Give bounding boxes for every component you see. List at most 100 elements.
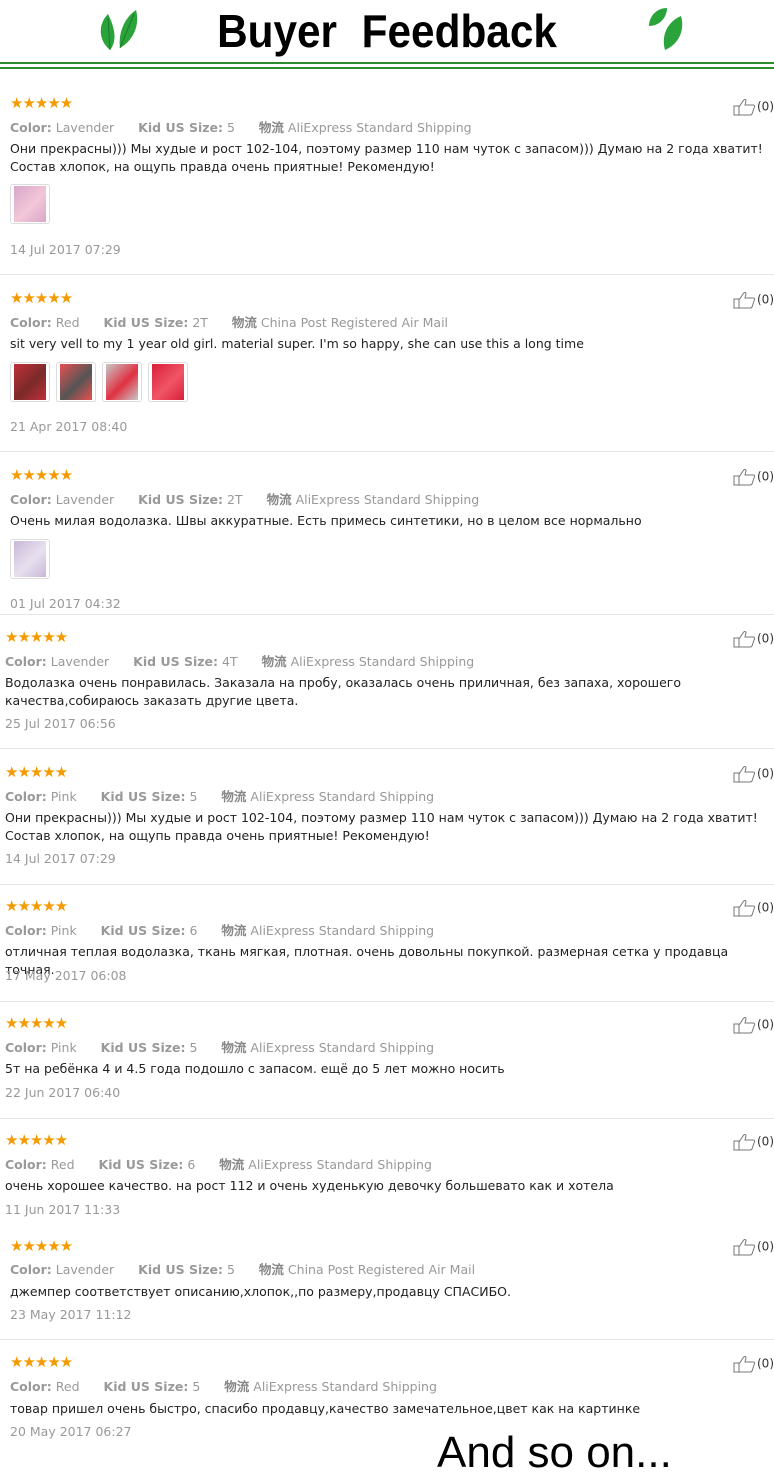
size-label: Kid US Size: (103, 1379, 189, 1394)
shipping-label: 物流 (231, 315, 257, 330)
helpful-count: (0) (757, 1134, 774, 1149)
star-rating: ★★★★★ (5, 628, 68, 646)
size-label: Kid US Size: (100, 1040, 186, 1055)
shipping-label: 物流 (221, 789, 247, 804)
helpful-count: (0) (757, 99, 774, 114)
shipping-value: AliExpress Standard Shipping (248, 1157, 432, 1172)
photo-image (106, 364, 138, 400)
color-label: Color: (10, 492, 52, 507)
helpful-button[interactable]: (0) (733, 1238, 774, 1256)
review-photo-thumbnail[interactable] (148, 362, 188, 402)
shipping-value: AliExpress Standard Shipping (250, 789, 435, 804)
review-text: sit very vell to my 1 year old girl. mat… (10, 336, 584, 351)
review-meta: Color: Red Kid US Size: 2T 物流 China Post… (10, 312, 448, 331)
helpful-count: (0) (757, 900, 774, 915)
thumbs-up-icon (733, 1017, 756, 1034)
star-rating: ★★★★★ (10, 466, 73, 484)
review-date: 20 May 2017 06:27 (10, 1424, 132, 1439)
thumbs-up-icon (733, 1239, 756, 1256)
thumbs-up-icon (733, 1134, 756, 1151)
helpful-count: (0) (757, 292, 774, 307)
color-value: Lavender (55, 1262, 115, 1277)
helpful-button[interactable]: (0) (733, 630, 774, 648)
helpful-count: (0) (757, 631, 774, 646)
review-photo-thumbnail[interactable] (56, 362, 96, 402)
page-title: Buyer Feedback (217, 5, 557, 57)
size-label: Kid US Size: (100, 923, 186, 938)
leaf-icon (649, 8, 683, 50)
review-date: 25 Jul 2017 06:56 (5, 716, 116, 731)
review-photos (10, 539, 50, 579)
review-photos (10, 184, 50, 224)
review-meta: Color: Lavender Kid US Size: 5 物流 AliExp… (10, 117, 472, 136)
star-rating: ★★★★★ (10, 1237, 73, 1255)
shipping-label: 物流 (221, 1040, 247, 1055)
size-label: Kid US Size: (133, 654, 218, 669)
review-photo-thumbnail[interactable] (10, 184, 50, 224)
shipping-label: 物流 (266, 492, 292, 507)
review-text: Они прекрасны))) Мы худые и рост 102-104… (10, 141, 763, 174)
review-date: 21 Apr 2017 08:40 (10, 419, 128, 434)
color-label: Color: (10, 1379, 52, 1394)
review-date: 14 Jul 2017 07:29 (5, 851, 116, 866)
review-item: ★★★★★ Color: Lavender Kid US Size: 4T 物流… (0, 614, 774, 749)
color-value: Lavender (55, 492, 115, 507)
review-date: 22 Jun 2017 06:40 (5, 1085, 121, 1100)
helpful-count: (0) (757, 766, 774, 781)
and-so-on-text: And so on... (437, 1428, 672, 1477)
size-label: Kid US Size: (98, 1157, 184, 1172)
thumbs-up-icon (733, 900, 756, 917)
review-meta: Color: Pink Kid US Size: 5 物流 AliExpress… (5, 1037, 434, 1056)
thumbs-up-icon (733, 766, 756, 783)
review-text: очень хорошее качество. на рост 112 и оч… (5, 1178, 614, 1193)
helpful-button[interactable]: (0) (733, 1133, 774, 1151)
review-meta: Color: Pink Kid US Size: 6 物流 AliExpress… (5, 920, 434, 939)
size-value: 2T (192, 315, 208, 330)
star-rating: ★★★★★ (10, 289, 73, 307)
review-item: ★★★★★ Color: Pink Kid US Size: 5 物流 AliE… (0, 748, 774, 885)
review-photo-thumbnail[interactable] (10, 362, 50, 402)
size-value: 2T (226, 492, 243, 507)
review-photo-thumbnail[interactable] (102, 362, 142, 402)
star-rating: ★★★★★ (10, 1353, 73, 1371)
size-value: 6 (189, 923, 198, 938)
review-date: 11 Jun 2017 11:33 (5, 1202, 121, 1217)
size-label: Kid US Size: (100, 789, 186, 804)
size-label: Kid US Size: (103, 315, 189, 330)
review-date: 01 Jul 2017 04:32 (10, 596, 121, 611)
review-meta: Color: Lavender Kid US Size: 4T 物流 AliEx… (5, 651, 474, 670)
color-label: Color: (10, 120, 52, 135)
star-rating: ★★★★★ (5, 1014, 68, 1032)
shipping-label: 物流 (224, 1379, 250, 1394)
photo-image (152, 364, 184, 400)
helpful-button[interactable]: (0) (733, 1016, 774, 1034)
star-rating: ★★★★★ (5, 897, 68, 915)
color-value: Red (55, 315, 80, 330)
size-value: 5 (192, 1379, 201, 1394)
helpful-button[interactable]: (0) (733, 899, 774, 917)
review-photo-thumbnail[interactable] (10, 539, 50, 579)
shipping-value: AliExpress Standard Shipping (253, 1379, 437, 1394)
helpful-button[interactable]: (0) (733, 98, 774, 116)
review-item: ★★★★★ Color: Pink Kid US Size: 5 物流 AliE… (0, 1001, 774, 1119)
helpful-button[interactable]: (0) (733, 1355, 774, 1373)
size-value: 5 (226, 1262, 235, 1277)
review-photos (10, 362, 188, 402)
helpful-button[interactable]: (0) (733, 291, 774, 309)
size-value: 5 (189, 789, 198, 804)
helpful-button[interactable]: (0) (733, 765, 774, 783)
color-value: Lavender (50, 654, 110, 669)
star-rating: ★★★★★ (10, 94, 73, 112)
review-item: ★★★★★ Color: Lavender Kid US Size: 5 物流 … (0, 1222, 774, 1340)
thumbs-up-icon (733, 631, 756, 648)
color-value: Red (50, 1157, 75, 1172)
color-value: Pink (50, 923, 77, 938)
photo-image (60, 364, 92, 400)
size-label: Kid US Size: (138, 1262, 223, 1277)
color-label: Color: (5, 654, 47, 669)
color-label: Color: (5, 789, 47, 804)
color-label: Color: (10, 315, 52, 330)
helpful-button[interactable]: (0) (733, 468, 774, 486)
review-item: ★★★★★ Color: Red Kid US Size: 6 物流 AliEx… (0, 1118, 774, 1222)
shipping-value: AliExpress Standard Shipping (290, 654, 475, 669)
